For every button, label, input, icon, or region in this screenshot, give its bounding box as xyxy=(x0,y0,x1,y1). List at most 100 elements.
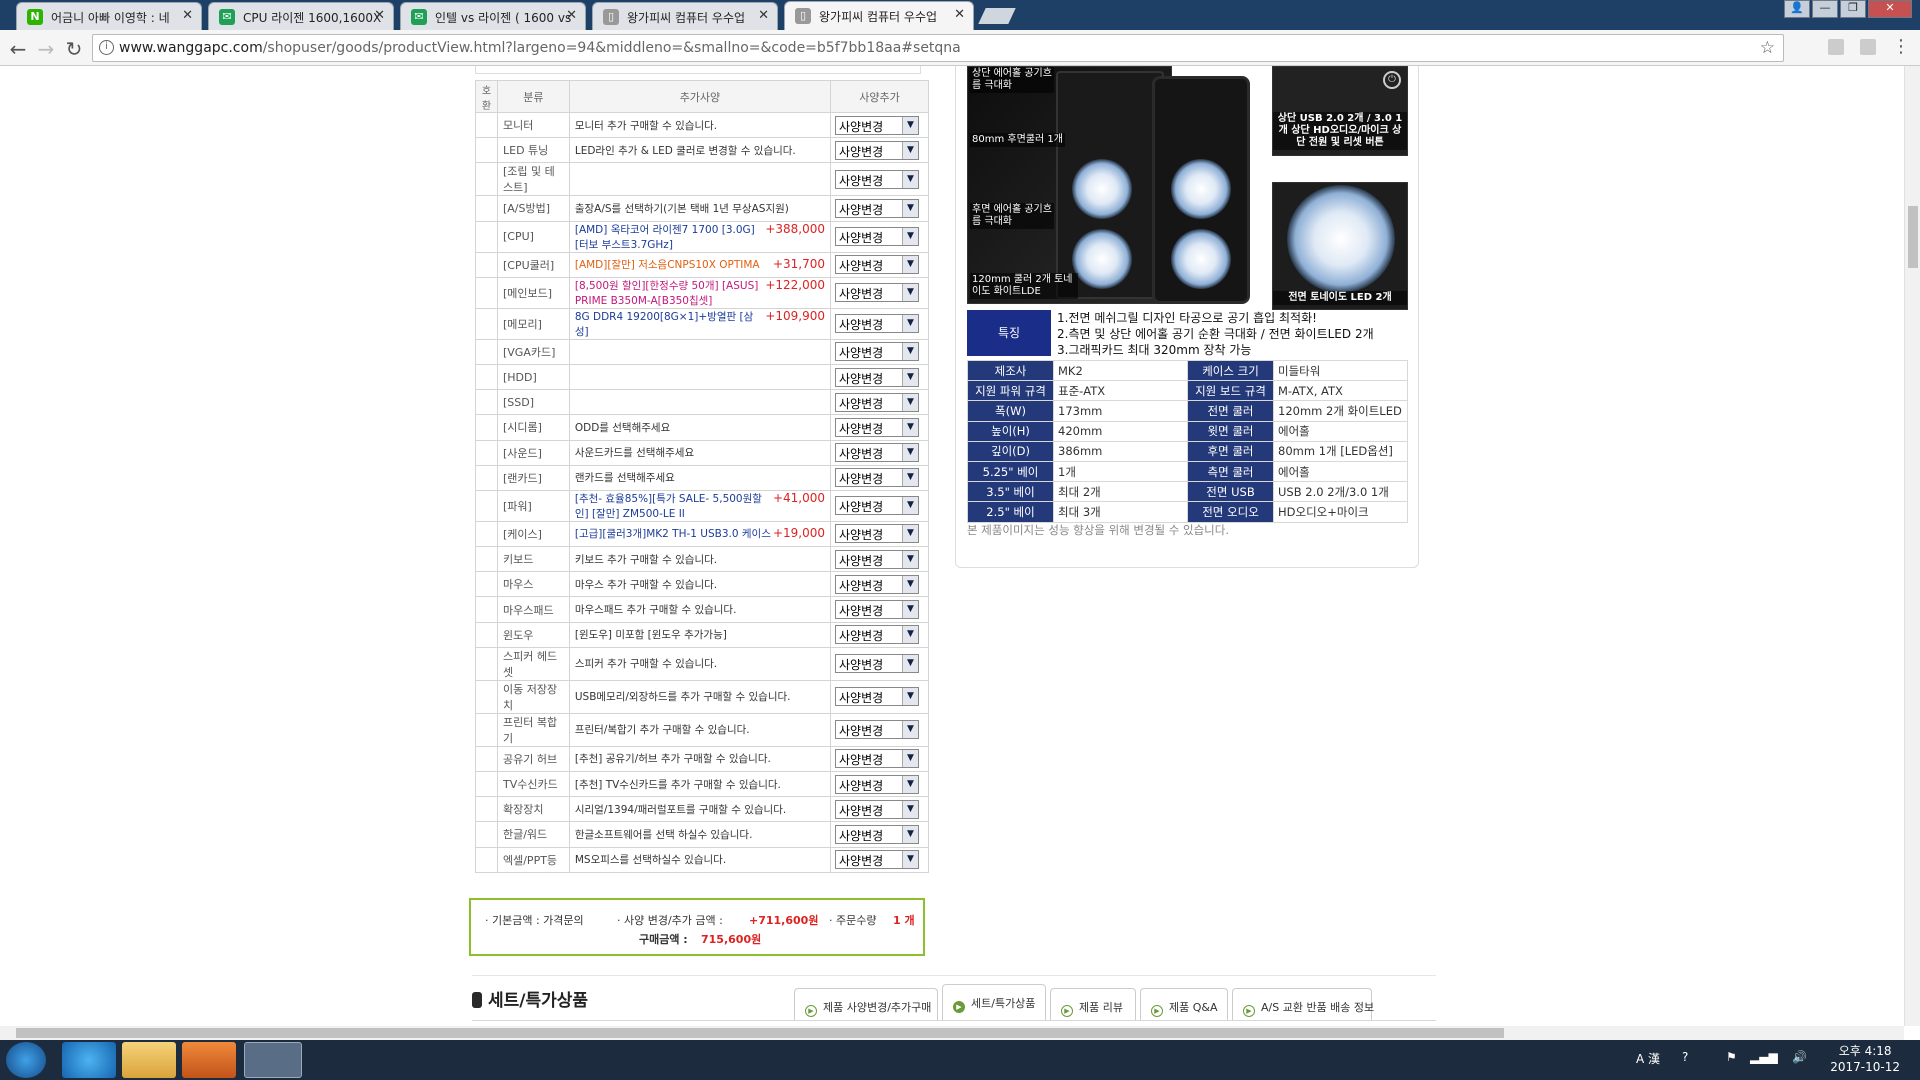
spec-change-select[interactable]: 사양변경 ▼ xyxy=(835,654,920,674)
tab-spec-change[interactable]: ▶ 제품 사양변경/추가구매 xyxy=(794,988,938,1020)
spec-change-select[interactable]: 사양변경 ▼ xyxy=(835,227,920,247)
extension-icon[interactable] xyxy=(1860,39,1876,55)
chevron-down-icon[interactable]: ▼ xyxy=(902,575,919,593)
maximize-icon[interactable]: ❐ xyxy=(1840,0,1866,18)
menu-icon[interactable]: ⋮ xyxy=(1892,36,1910,57)
chevron-down-icon[interactable]: ▼ xyxy=(902,601,919,619)
spec-change-select[interactable]: 사양변경 ▼ xyxy=(835,625,920,645)
spec-change-select[interactable]: 사양변경 ▼ xyxy=(835,169,920,189)
chevron-down-icon[interactable]: ▼ xyxy=(902,141,919,159)
spec-change-select[interactable]: 사양변경 ▼ xyxy=(835,600,920,620)
spec-change-select[interactable]: 사양변경 ▼ xyxy=(835,283,920,303)
chevron-down-icon[interactable]: ▼ xyxy=(902,688,919,706)
chevron-down-icon[interactable]: ▼ xyxy=(902,368,919,386)
spec-change-select[interactable]: 사양변경 ▼ xyxy=(835,850,920,870)
chevron-down-icon[interactable]: ▼ xyxy=(902,525,919,543)
user-profile-icon[interactable]: 👤 xyxy=(1784,0,1810,18)
chevron-down-icon[interactable]: ▼ xyxy=(902,393,919,411)
forward-arrow-icon[interactable]: → xyxy=(34,37,58,61)
chevron-down-icon[interactable]: ▼ xyxy=(902,750,919,768)
spec-change-select[interactable]: 사양변경 ▼ xyxy=(835,496,920,516)
close-tab-icon[interactable]: ✕ xyxy=(954,7,965,22)
reload-icon[interactable]: ↻ xyxy=(62,37,86,61)
back-arrow-icon[interactable]: ← xyxy=(6,37,30,61)
folder-icon[interactable] xyxy=(122,1042,176,1078)
spec-change-select[interactable]: 사양변경 ▼ xyxy=(835,687,920,707)
scroll-thumb[interactable] xyxy=(1908,206,1918,268)
close-tab-icon[interactable]: ✕ xyxy=(566,8,577,23)
network-icon[interactable]: ▂▄▆ xyxy=(1750,1050,1778,1064)
spec-change-select[interactable]: 사양변경 ▼ xyxy=(835,115,920,135)
close-window-icon[interactable]: ✕ xyxy=(1868,0,1912,18)
chevron-down-icon[interactable]: ▼ xyxy=(902,655,919,673)
spec-change-select[interactable]: 사양변경 ▼ xyxy=(835,314,920,334)
spec-change-select[interactable]: 사양변경 ▼ xyxy=(835,574,920,594)
spec-change-select[interactable]: 사양변경 ▼ xyxy=(835,524,920,544)
spec-change-select[interactable]: 사양변경 ▼ xyxy=(835,392,920,412)
flag-icon[interactable]: ⚑ xyxy=(1726,1050,1737,1064)
chevron-down-icon[interactable]: ▼ xyxy=(902,284,919,302)
chevron-down-icon[interactable]: ▼ xyxy=(902,343,919,361)
vertical-scrollbar[interactable] xyxy=(1904,66,1920,1026)
spec-change-select[interactable]: 사양변경 ▼ xyxy=(835,549,920,569)
browser-tab[interactable]: ✉ 인텔 vs 라이젠 ( 1600 vs ✕ xyxy=(400,2,586,30)
tab-set-special[interactable]: ▶ 세트/특가상품 xyxy=(942,984,1046,1020)
windows-start-icon[interactable] xyxy=(6,1042,46,1078)
chevron-down-icon[interactable]: ▼ xyxy=(902,851,919,869)
spec-change-select[interactable]: 사양변경 ▼ xyxy=(835,198,920,218)
browser-tab[interactable]: ▯ 왕가피씨 컴퓨터 우수업 ✕ xyxy=(592,2,778,30)
browser-tab[interactable]: N 어금니 아빠 이영학 : 네 ✕ xyxy=(16,2,202,30)
browser-tab[interactable]: ✉ CPU 라이젠 1600,1600X ✕ xyxy=(208,2,394,30)
chevron-down-icon[interactable]: ▼ xyxy=(902,550,919,568)
chevron-down-icon[interactable]: ▼ xyxy=(902,116,919,134)
chevron-down-icon[interactable]: ▼ xyxy=(902,469,919,487)
info-icon[interactable]: i xyxy=(99,40,114,55)
ie-icon[interactable] xyxy=(62,1042,116,1078)
chevron-down-icon[interactable]: ▼ xyxy=(902,170,919,188)
spec-change-select[interactable]: 사양변경 ▼ xyxy=(835,749,920,769)
chevron-down-icon[interactable]: ▼ xyxy=(902,315,919,333)
browser-tab-active[interactable]: ▯ 왕가피씨 컴퓨터 우수업 ✕ xyxy=(784,1,974,30)
close-tab-icon[interactable]: ✕ xyxy=(182,8,193,23)
chevron-down-icon[interactable]: ▼ xyxy=(902,825,919,843)
scroll-thumb[interactable] xyxy=(16,1028,1504,1038)
spec-change-select[interactable]: 사양변경 ▼ xyxy=(835,417,920,437)
spec-change-select[interactable]: 사양변경 ▼ xyxy=(835,342,920,362)
tab-review[interactable]: ▶ 제품 리뷰 xyxy=(1050,988,1136,1020)
minimize-icon[interactable]: — xyxy=(1812,0,1838,18)
spec-change-select[interactable]: 사양변경 ▼ xyxy=(835,367,920,387)
bookmark-star-icon[interactable]: ☆ xyxy=(1760,38,1775,58)
spec-change-select[interactable]: 사양변경 ▼ xyxy=(835,443,920,463)
chevron-down-icon[interactable]: ▼ xyxy=(902,775,919,793)
help-icon[interactable]: ? xyxy=(1682,1050,1688,1064)
ime-indicator[interactable]: A 漢 xyxy=(1636,1050,1660,1067)
spec-change-select[interactable]: 사양변경 ▼ xyxy=(835,720,920,740)
chevron-down-icon[interactable]: ▼ xyxy=(902,444,919,462)
volume-icon[interactable]: 🔊 xyxy=(1792,1050,1807,1064)
chevron-down-icon[interactable]: ▼ xyxy=(902,256,919,274)
chevron-down-icon[interactable]: ▼ xyxy=(902,626,919,644)
spec-change-select[interactable]: 사양변경 ▼ xyxy=(835,824,920,844)
chevron-down-icon[interactable]: ▼ xyxy=(902,199,919,217)
spec-change-select[interactable]: 사양변경 ▼ xyxy=(835,774,920,794)
spec-change-select[interactable]: 사양변경 ▼ xyxy=(835,468,920,488)
spec-change-select[interactable]: 사양변경 ▼ xyxy=(835,255,920,275)
tab-qna[interactable]: ▶ 제품 Q&A xyxy=(1140,988,1228,1020)
address-bar[interactable]: i www.wanggapc.com/shopuser/goods/produc… xyxy=(92,34,1784,62)
chrome-icon[interactable] xyxy=(244,1042,302,1078)
media-player-icon[interactable] xyxy=(182,1042,236,1078)
chevron-down-icon[interactable]: ▼ xyxy=(902,228,919,246)
extension-icon[interactable] xyxy=(1828,39,1844,55)
chevron-down-icon[interactable]: ▼ xyxy=(902,721,919,739)
chevron-down-icon[interactable]: ▼ xyxy=(902,418,919,436)
chevron-down-icon[interactable]: ▼ xyxy=(902,800,919,818)
close-tab-icon[interactable]: ✕ xyxy=(374,8,385,23)
tab-as-info[interactable]: ▶ A/S 교환 반품 배송 정보 xyxy=(1232,988,1374,1020)
spec-change-select[interactable]: 사양변경 ▼ xyxy=(835,140,920,160)
spec-change-select[interactable]: 사양변경 ▼ xyxy=(835,799,920,819)
system-clock[interactable]: 오후 4:18 2017-10-12 xyxy=(1830,1043,1900,1075)
new-tab-button[interactable] xyxy=(978,8,1016,24)
horizontal-scrollbar[interactable] xyxy=(0,1026,1904,1040)
chevron-down-icon[interactable]: ▼ xyxy=(902,497,919,515)
close-tab-icon[interactable]: ✕ xyxy=(758,8,769,23)
